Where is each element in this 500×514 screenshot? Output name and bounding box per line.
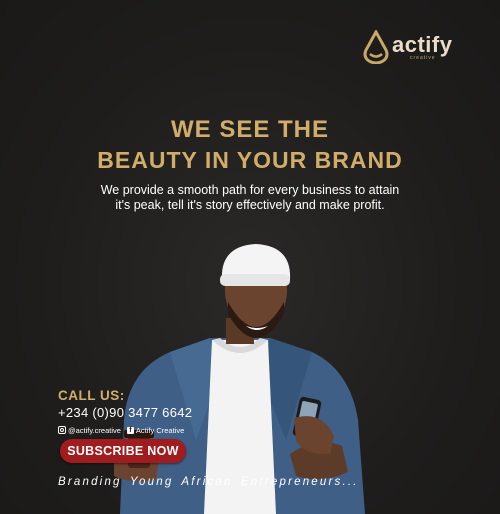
subtext-line-2: it's peak, tell it's story effectively a… xyxy=(115,198,385,212)
man-with-phone-photo xyxy=(114,244,365,514)
flyer-canvas: actify creative WE SEE THE BEAUTY IN YOU… xyxy=(0,0,500,514)
headline-line-1: WE SEE THE xyxy=(170,116,330,143)
facebook-icon: f xyxy=(126,426,134,434)
facebook-page: Actify Creative xyxy=(135,425,185,435)
social-handles: @actify.creative f Actify Creative xyxy=(58,424,184,436)
drop-logo-icon xyxy=(363,30,389,64)
tagline: Branding Young African Entrepreneurs... xyxy=(58,476,359,488)
facebook-page-item[interactable]: f Actify Creative xyxy=(126,425,185,435)
brand-logo: actify creative xyxy=(362,30,462,66)
headline: WE SEE THE BEAUTY IN YOUR BRAND xyxy=(0,114,500,176)
phone-number[interactable]: +234 (0)90 3477 6642 xyxy=(58,405,192,420)
subscribe-button[interactable]: SUBSCRIBE NOW xyxy=(60,439,186,463)
call-us-label: CALL US: xyxy=(58,388,125,403)
instagram-handle-item[interactable]: @actify.creative xyxy=(58,426,121,435)
subtext-line-1: We provide a smooth path for every busin… xyxy=(100,183,400,197)
instagram-icon xyxy=(58,426,66,434)
headline-line-2: BEAUTY IN YOUR BRAND xyxy=(97,147,403,173)
instagram-handle: @actify.creative xyxy=(68,425,121,435)
subtext: We provide a smooth path for every busin… xyxy=(60,183,440,213)
brand-sub: creative xyxy=(410,55,436,61)
